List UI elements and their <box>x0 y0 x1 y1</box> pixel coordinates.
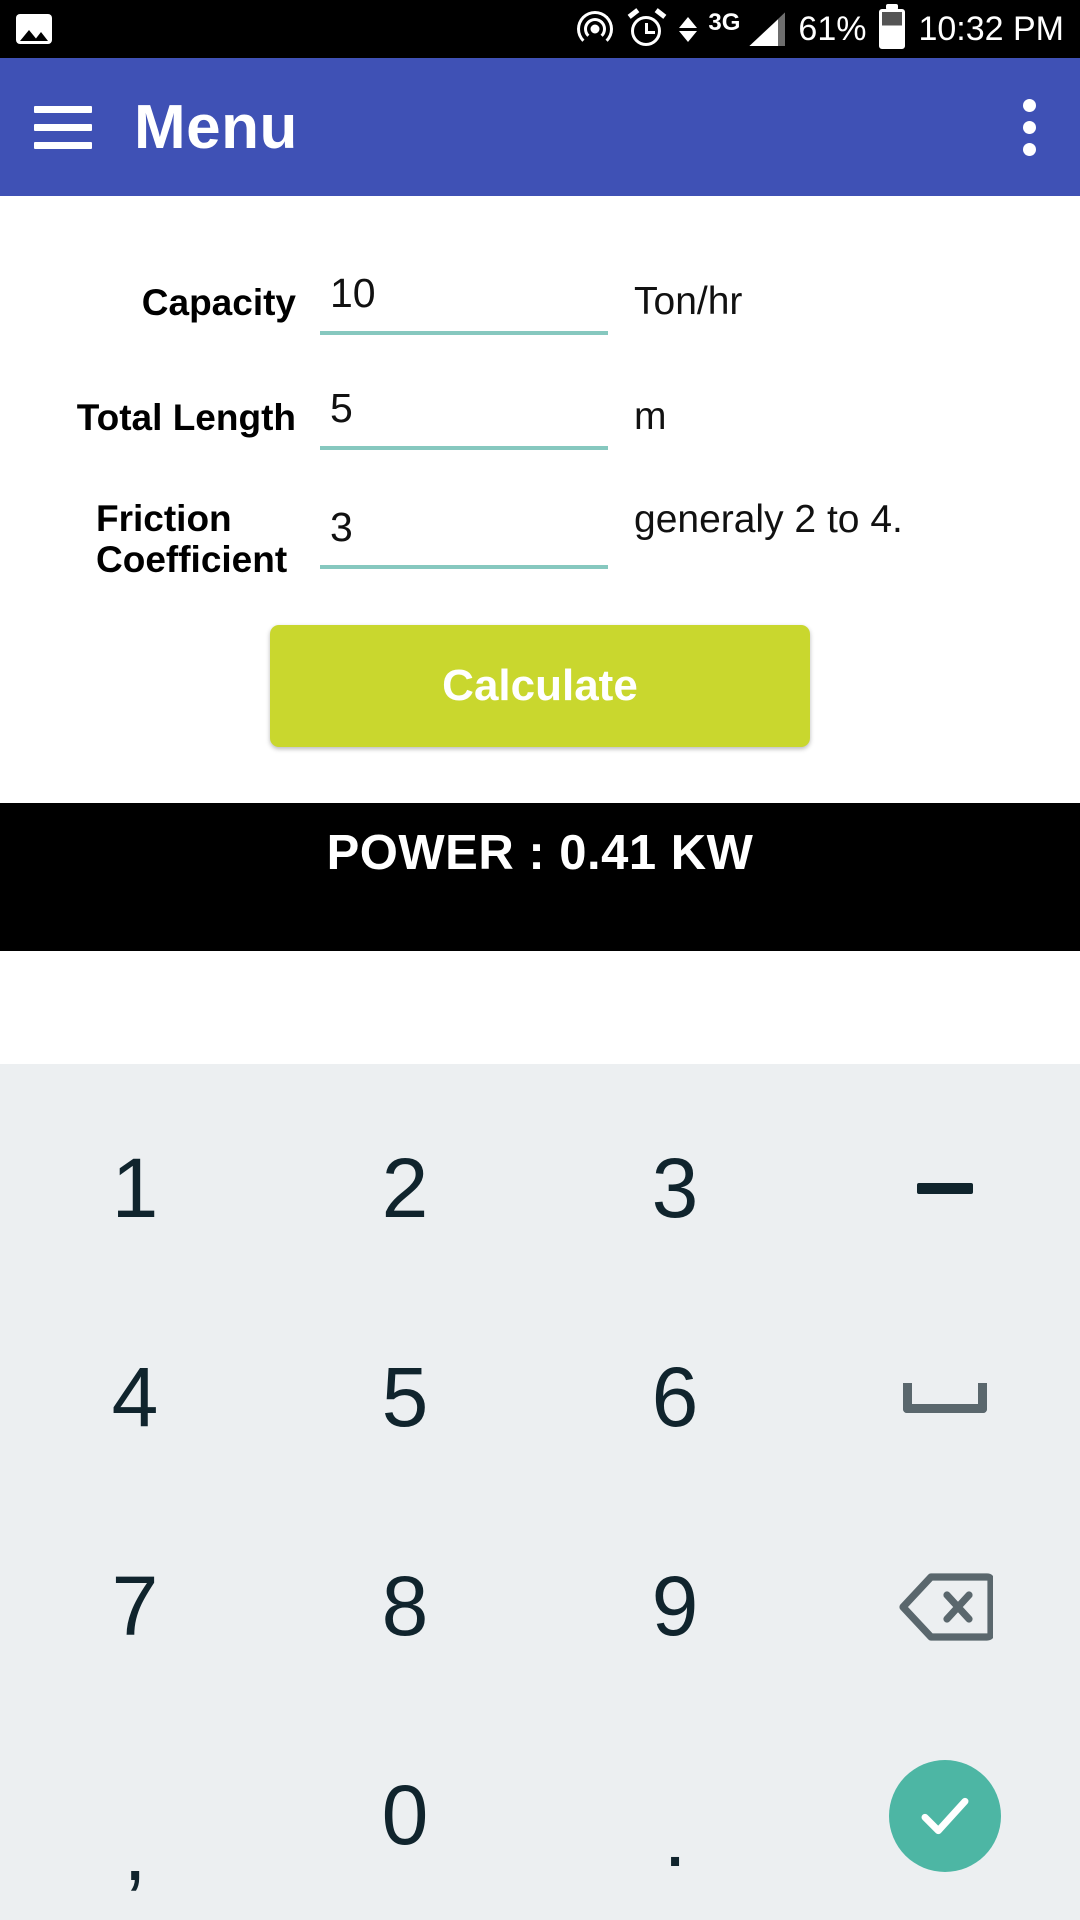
status-bar-left <box>16 14 52 44</box>
calculate-button[interactable]: Calculate <box>270 624 810 747</box>
power-result-text: POWER : 0.41 KW <box>326 825 754 880</box>
space-bar-icon <box>903 1382 987 1413</box>
keyboard-row-1: 1 2 3 <box>0 1084 1080 1293</box>
check-icon <box>921 1797 969 1834</box>
key-8[interactable]: 8 <box>270 1502 540 1711</box>
status-bar-right: 3G 61% 10:32 PM <box>575 8 1064 49</box>
calculate-button-wrap: Calculate <box>0 624 1080 747</box>
key-1[interactable]: 1 <box>0 1084 270 1293</box>
field-row-total-length: Total Length m <box>0 371 1080 450</box>
friction-coefficient-input-wrap <box>320 490 608 569</box>
minus-icon <box>917 1183 973 1194</box>
data-transfer-icon <box>679 16 698 42</box>
page-title: Menu <box>134 92 298 162</box>
keyboard-row-3: 7 8 9 <box>0 1502 1080 1711</box>
signal-icon <box>749 12 786 46</box>
friction-coefficient-label: Friction Coefficient <box>96 498 288 581</box>
key-5[interactable]: 5 <box>270 1293 540 1502</box>
key-3[interactable]: 3 <box>540 1084 810 1293</box>
key-7[interactable]: 7 <box>0 1502 270 1711</box>
capacity-unit: Ton/hr <box>634 280 743 323</box>
key-2[interactable]: 2 <box>270 1084 540 1293</box>
keyboard-row-2: 4 5 6 <box>0 1293 1080 1502</box>
status-bar: 3G 61% 10:32 PM <box>0 0 1080 58</box>
field-row-friction-coefficient: Friction Coefficient generaly 2 to 4. <box>0 490 1080 581</box>
app-bar: Menu <box>0 58 1080 196</box>
network-type-label: 3G <box>708 9 741 36</box>
friction-coefficient-hint: generaly 2 to 4. <box>634 498 903 541</box>
key-6[interactable]: 6 <box>540 1293 810 1502</box>
total-length-label: Total Length <box>76 397 296 438</box>
capacity-input[interactable] <box>320 264 608 335</box>
key-minus[interactable] <box>810 1084 1080 1293</box>
keyboard-row-4: , 0 . <box>0 1711 1080 1920</box>
capacity-label: Capacity <box>141 282 296 323</box>
key-4[interactable]: 4 <box>0 1293 270 1502</box>
total-length-input-wrap <box>320 371 608 450</box>
key-comma[interactable]: , <box>0 1711 270 1920</box>
alarm-clock-icon <box>628 8 667 48</box>
result-bar: POWER : 0.41 KW <box>0 802 1080 951</box>
key-backspace[interactable] <box>810 1502 1080 1711</box>
enter-key-circle <box>889 1759 1001 1872</box>
capacity-input-wrap <box>320 256 608 335</box>
battery-percent-label: 61% <box>798 9 867 48</box>
key-9[interactable]: 9 <box>540 1502 810 1711</box>
key-enter[interactable] <box>810 1711 1080 1920</box>
field-row-capacity: Capacity Ton/hr <box>0 256 1080 335</box>
key-space[interactable] <box>810 1293 1080 1502</box>
hamburger-menu-icon[interactable] <box>34 105 92 149</box>
battery-icon <box>879 9 906 49</box>
cast-icon <box>575 9 615 49</box>
friction-coefficient-input[interactable] <box>320 498 608 569</box>
more-vertical-icon[interactable] <box>1013 89 1046 166</box>
calculator-form: Capacity Ton/hr Total Length m Friction … <box>0 196 1080 747</box>
clock-label: 10:32 PM <box>918 9 1064 48</box>
total-length-input[interactable] <box>320 379 608 450</box>
key-0[interactable]: 0 <box>270 1711 540 1920</box>
numeric-keyboard: 1 2 3 4 5 6 7 8 9 , 0 . <box>0 1064 1080 1920</box>
backspace-icon <box>899 1572 993 1641</box>
total-length-unit: m <box>634 395 667 438</box>
photo-icon <box>16 14 52 44</box>
key-period[interactable]: . <box>540 1711 810 1920</box>
